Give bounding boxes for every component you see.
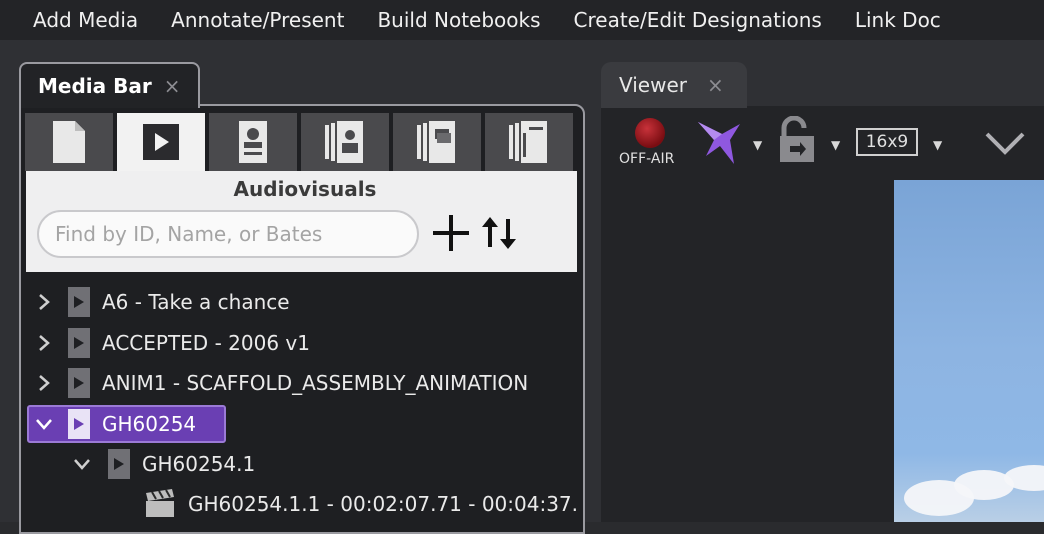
list-item-label: ACCEPTED - 2006 v1: [102, 331, 310, 355]
video-file-icon: [68, 328, 90, 358]
tab-joint: [21, 100, 198, 108]
aspect-ratio-button[interactable]: 16x9: [856, 128, 918, 156]
chevron-down-icon[interactable]: ▼: [831, 138, 840, 152]
list-item-label: A6 - Take a chance: [102, 290, 290, 314]
search-input[interactable]: [37, 210, 419, 258]
list-item-label: ANIM1 - SCAFFOLD_ASSEMBLY_ANIMATION: [102, 371, 529, 395]
chevron-right-icon[interactable]: [34, 333, 54, 353]
video-file-icon: [108, 449, 130, 479]
tab-documents[interactable]: [25, 113, 113, 171]
list-item[interactable]: ANIM1 - SCAFFOLD_ASSEMBLY_ANIMATION: [34, 365, 582, 401]
tab-collections[interactable]: [393, 113, 481, 171]
off-air-indicator-icon[interactable]: [635, 118, 665, 148]
chevron-right-icon[interactable]: [34, 373, 54, 393]
media-bar-tab-label: Media Bar: [38, 74, 152, 98]
video-file-icon: [68, 409, 90, 439]
close-icon[interactable]: ×: [707, 73, 724, 97]
chevron-down-icon[interactable]: [72, 454, 92, 474]
menu-bar: Add Media Annotate/Present Build Noteboo…: [0, 0, 1044, 40]
chevron-down-icon[interactable]: ▼: [933, 138, 942, 152]
list-item[interactable]: A6 - Take a chance: [34, 284, 574, 320]
list-item[interactable]: ACCEPTED - 2006 v1: [34, 325, 574, 361]
collection-icon: [417, 121, 455, 163]
sort-icon[interactable]: [478, 211, 520, 255]
list-item-label: GH60254: [102, 412, 197, 436]
clapperboard-icon: [146, 489, 174, 517]
menu-annotate-present[interactable]: Annotate/Present: [171, 8, 344, 32]
bird-logo-icon[interactable]: [696, 116, 746, 166]
list-item[interactable]: GH60254.1: [72, 446, 572, 482]
document-icon: [53, 121, 85, 163]
chevron-right-icon[interactable]: [34, 292, 54, 312]
exhibit-icon: [325, 121, 363, 163]
menu-link-doc[interactable]: Link Doc: [855, 8, 941, 32]
chevron-down-icon[interactable]: ▼: [753, 138, 762, 152]
off-air-label: OFF-AIR: [619, 151, 675, 167]
tab-depositions[interactable]: [209, 113, 297, 171]
list-item[interactable]: GH60254.1.1 - 00:02:07.71 - 00:04:37.: [144, 486, 584, 522]
close-icon[interactable]: ×: [164, 74, 181, 98]
expand-chevron-icon[interactable]: [983, 126, 1027, 158]
tab-viewer[interactable]: Viewer ×: [601, 62, 747, 108]
tab-exhibits[interactable]: [301, 113, 389, 171]
video-file-icon: [68, 287, 90, 317]
menu-create-edit-designations[interactable]: Create/Edit Designations: [574, 8, 822, 32]
list-item-label: GH60254.1: [142, 452, 256, 476]
list-item-selected[interactable]: GH60254: [27, 405, 226, 443]
tab-audiovisuals[interactable]: [117, 113, 205, 171]
menu-add-media[interactable]: Add Media: [33, 8, 138, 32]
video-file-icon: [68, 368, 90, 398]
list-item-label: GH60254.1.1 - 00:02:07.71 - 00:04:37.: [188, 492, 578, 516]
unlock-icon[interactable]: [776, 116, 818, 164]
audiovisual-icon: [143, 124, 179, 160]
video-preview[interactable]: [894, 180, 1044, 522]
deposition-icon: [239, 121, 267, 163]
add-icon[interactable]: [430, 211, 472, 255]
section-title: Audiovisuals: [233, 177, 377, 201]
media-type-tabs: [25, 113, 577, 171]
tab-notebooks[interactable]: [485, 113, 573, 171]
chevron-down-icon[interactable]: [34, 414, 54, 434]
viewer-tab-label: Viewer: [619, 73, 687, 97]
menu-build-notebooks[interactable]: Build Notebooks: [377, 8, 540, 32]
notebook-icon: [509, 121, 547, 163]
filter-area: Audiovisuals: [26, 171, 577, 272]
